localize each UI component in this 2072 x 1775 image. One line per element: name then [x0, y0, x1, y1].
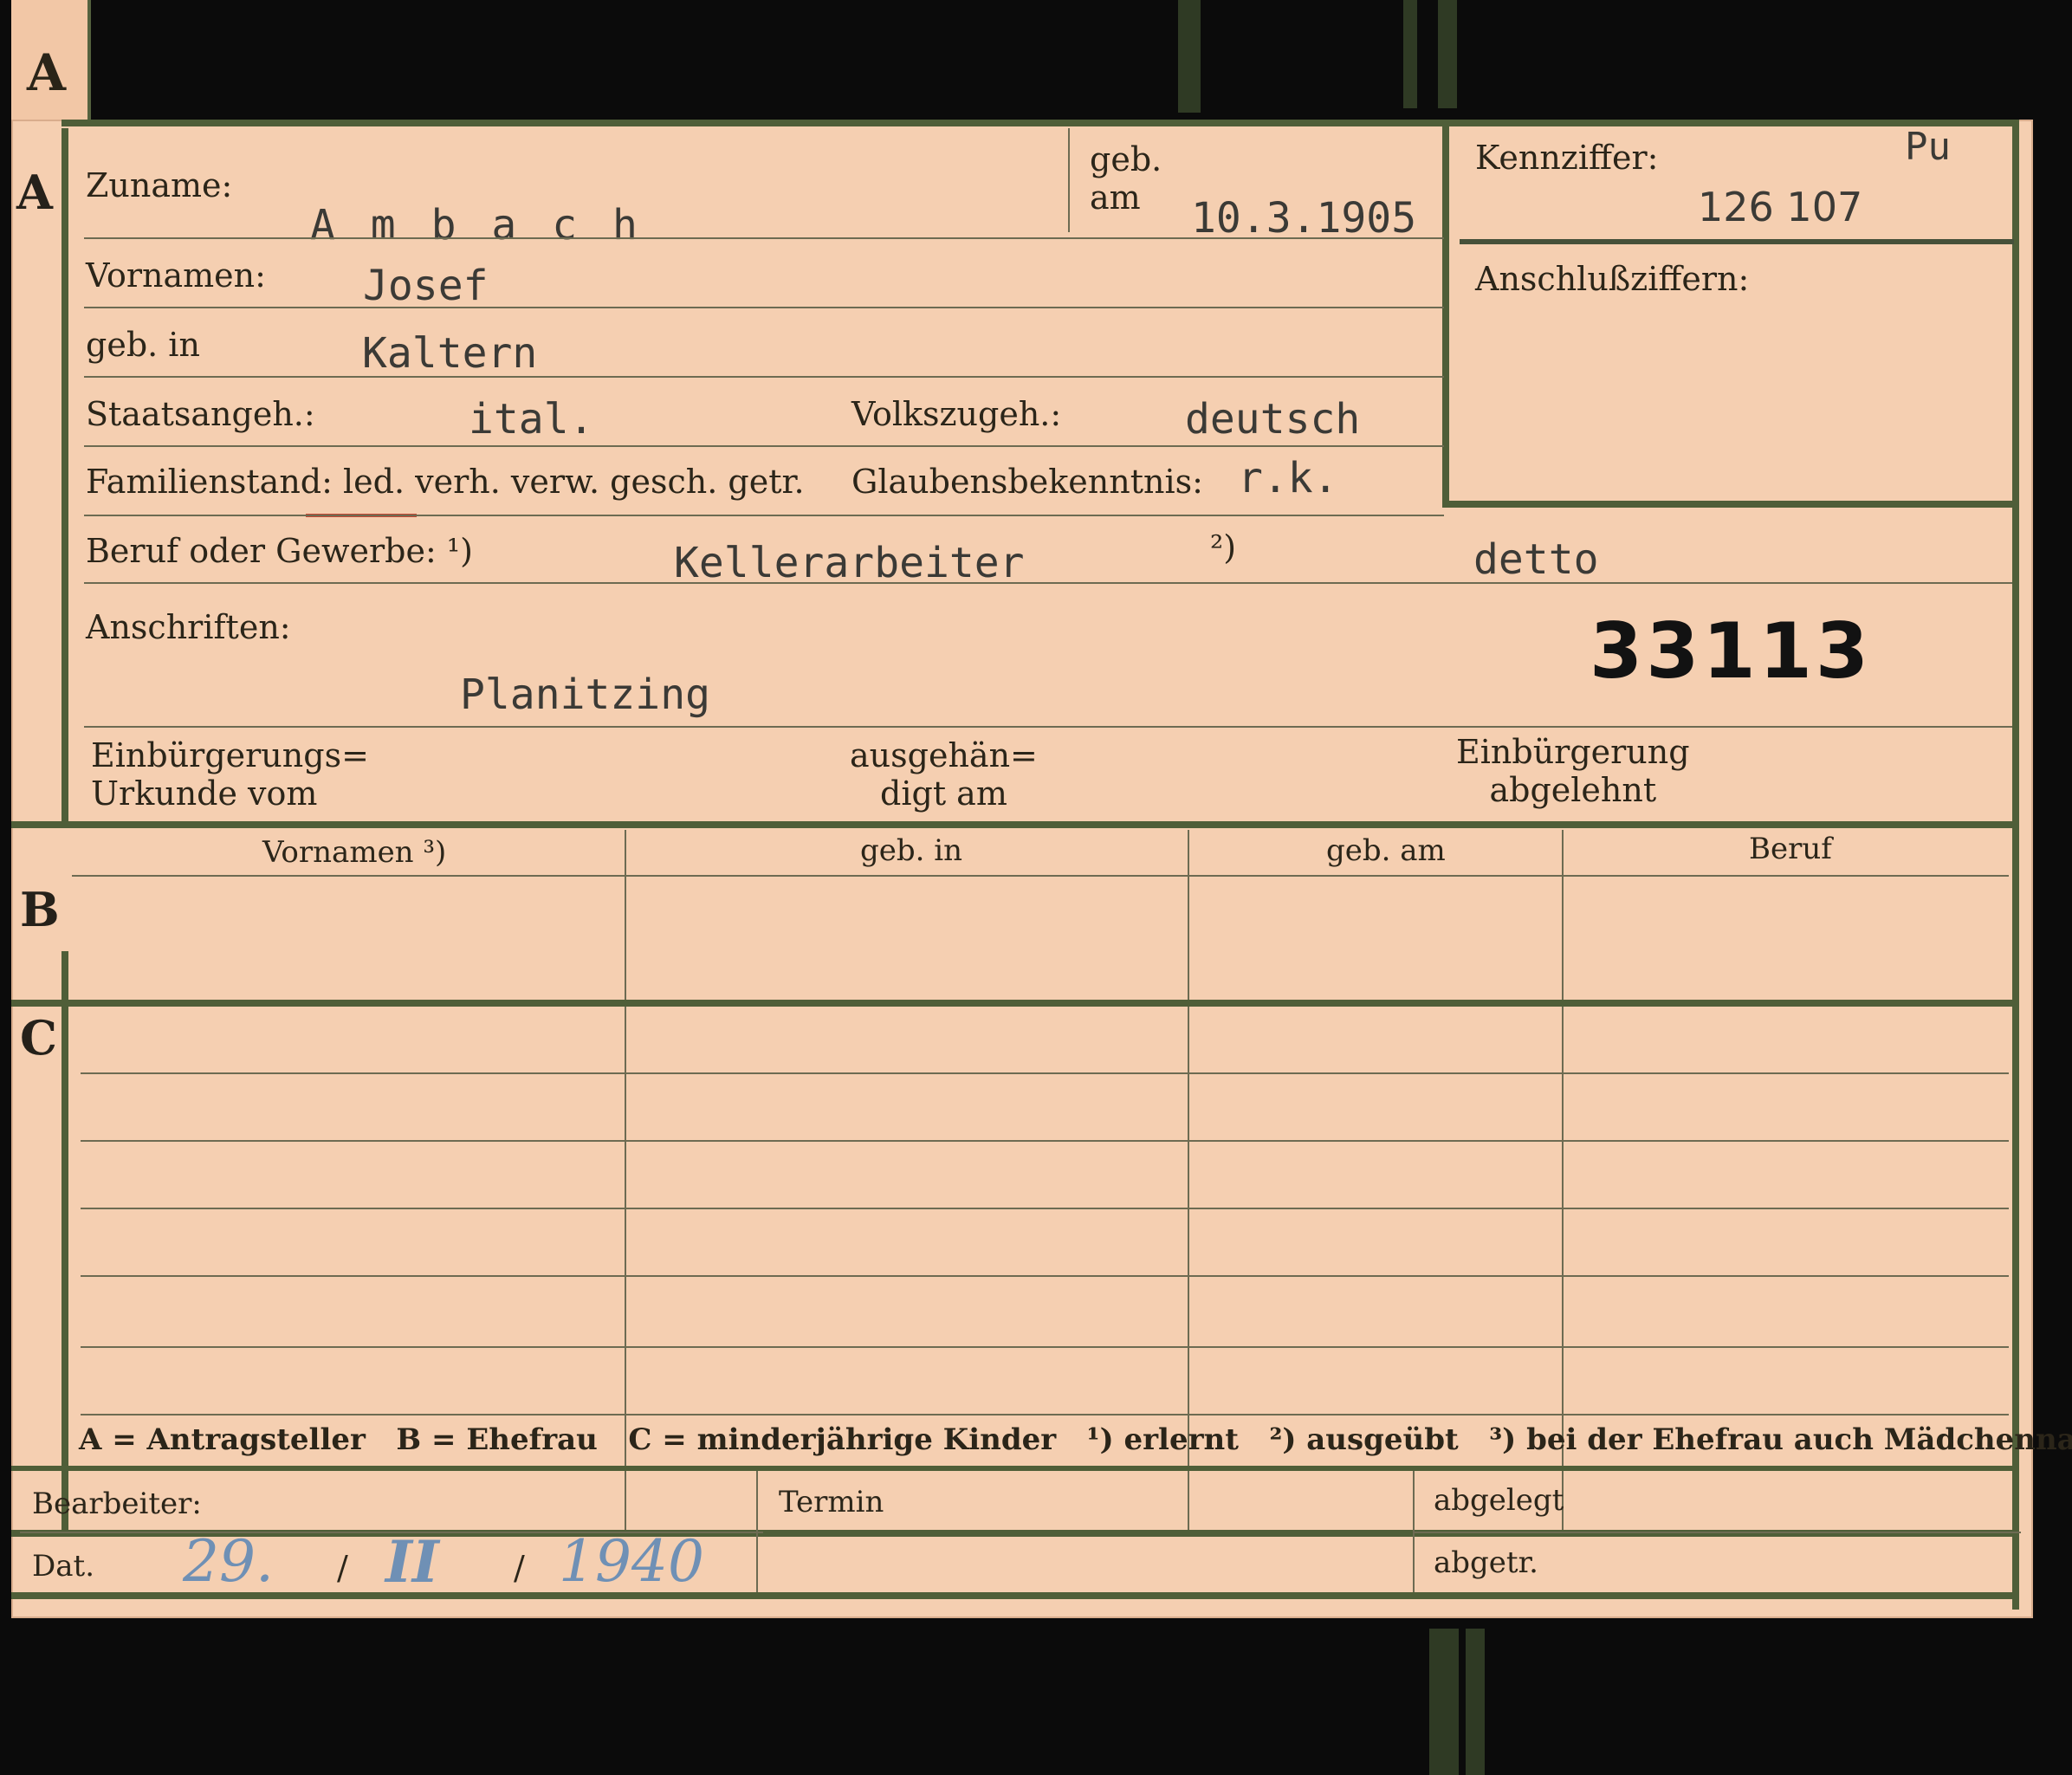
- date-separator: /: [337, 1549, 348, 1587]
- section-c-letter: C: [20, 1010, 57, 1066]
- row-line: [81, 1346, 2009, 1348]
- background-strip: [1429, 1629, 1459, 1775]
- label-beruf-ausgeuebt: ²): [1210, 528, 1237, 567]
- label-geb-in: geb. in: [86, 326, 200, 364]
- label-zuname: Zuname:: [86, 166, 233, 204]
- section-b-letter: B: [20, 882, 60, 937]
- value-kennziffer: 126 107: [1698, 184, 1863, 230]
- frame-right: [2012, 120, 2019, 1610]
- row-line: [81, 1275, 2009, 1277]
- label-geb-am: geb. am: [1090, 140, 1162, 217]
- handwritten-year: 1940: [559, 1528, 704, 1595]
- tab-letter: A: [27, 43, 67, 102]
- header-beruf: Beruf: [1749, 832, 1832, 866]
- registration-card: A B C Zuname: A m b a c h geb. am 10.3.1…: [11, 120, 2072, 1618]
- stamp-number: 33113: [1590, 606, 1873, 696]
- kennziffer-box-left: [1442, 126, 1449, 508]
- background-strip: [1466, 1629, 1485, 1775]
- label-familienstand: Familienstand: led. verh. verw. gesch. g…: [86, 463, 805, 501]
- section-c-top: [11, 1000, 2019, 1007]
- frame-top: [62, 120, 2019, 126]
- label-bearbeiter: Bearbeiter:: [32, 1487, 202, 1521]
- label-vornamen: Vornamen:: [86, 256, 266, 295]
- row-line: [81, 1208, 2009, 1209]
- value-beruf-erlernt: Kellerarbeiter: [674, 539, 1025, 587]
- label-einbuergerung-abgelehnt: Einbürgerung abgelehnt: [1456, 733, 1690, 809]
- label-dat: Dat.: [32, 1549, 95, 1584]
- label-ausgehaendigt: ausgehän= digt am: [850, 736, 1038, 813]
- footer-line: [11, 1466, 2019, 1471]
- header-geb-am: geb. am: [1326, 833, 1446, 868]
- background-strip: [1403, 0, 1417, 108]
- value-zuname: A m b a c h: [310, 201, 643, 249]
- label-termin: Termin: [779, 1485, 884, 1519]
- label-glaubensbekenntnis: Glaubensbekenntnis:: [851, 463, 1203, 501]
- row-line: [81, 1414, 2009, 1415]
- label-abgelegt: abgelegt: [1434, 1483, 1564, 1518]
- footer-row-line: [1415, 1532, 2021, 1533]
- label-anschlussziffern: Anschlußziffern:: [1475, 260, 1750, 298]
- background-strip: [1438, 0, 1457, 108]
- value-geb-am: 10.3.1905: [1191, 194, 1417, 243]
- row-line: [81, 1140, 2009, 1142]
- row-line: [84, 237, 1444, 239]
- section-b-top: [11, 821, 2019, 828]
- row-line: [84, 376, 1444, 378]
- label-beruf: Beruf oder Gewerbe: ¹): [86, 532, 473, 570]
- frame-left: [62, 128, 68, 821]
- value-staatsangeh: ital.: [469, 395, 594, 444]
- value-vornamen: Josef: [363, 262, 489, 310]
- value-geb-in: Kaltern: [362, 329, 538, 378]
- label-anschriften: Anschriften:: [86, 608, 291, 646]
- kennziffer-box-bottom: [1442, 501, 2019, 508]
- label-staatsangeh: Staatsangeh.:: [86, 395, 315, 433]
- header-vornamen: Vornamen ³): [262, 835, 447, 870]
- date-separator: /: [514, 1549, 525, 1587]
- legend: A = Antragsteller B = Ehefrau C = minder…: [79, 1422, 2072, 1457]
- handwritten-day: 29.: [183, 1528, 274, 1595]
- row-line: [81, 1072, 2009, 1074]
- frame-bottom: [11, 1592, 2019, 1599]
- label-kennziffer: Kennziffer:: [1475, 139, 1659, 177]
- value-beruf-ausgeuebt: detto: [1473, 535, 1599, 584]
- kennziffer-divider: [1460, 239, 2014, 244]
- divider-geb-am: [1068, 128, 1070, 232]
- row-line: [84, 582, 2012, 584]
- header-underline: [72, 875, 2009, 877]
- background-strip: [1178, 0, 1201, 113]
- section-a-letter: A: [16, 165, 53, 220]
- value-volkszugeh: deutsch: [1185, 395, 1361, 444]
- index-tab: A: [11, 0, 91, 126]
- value-anschrift: Planitzing: [460, 670, 710, 719]
- frame-left: [62, 951, 68, 1536]
- value-kennziffer-prefix: Pu: [1905, 125, 1951, 169]
- header-geb-in: geb. in: [860, 833, 963, 868]
- row-line: [84, 515, 1444, 516]
- value-glaubensbekenntnis: r.k.: [1238, 454, 1338, 502]
- row-line: [84, 726, 2012, 728]
- label-einbuergerung-urkunde: Einbürgerungs= Urkunde vom: [91, 736, 369, 813]
- handwritten-month: II: [385, 1528, 439, 1596]
- label-volkszugeh: Volkszugeh.:: [851, 395, 1062, 433]
- row-line: [84, 445, 1444, 447]
- label-abgetr: abgetr.: [1434, 1545, 1538, 1580]
- row-line: [84, 307, 1444, 308]
